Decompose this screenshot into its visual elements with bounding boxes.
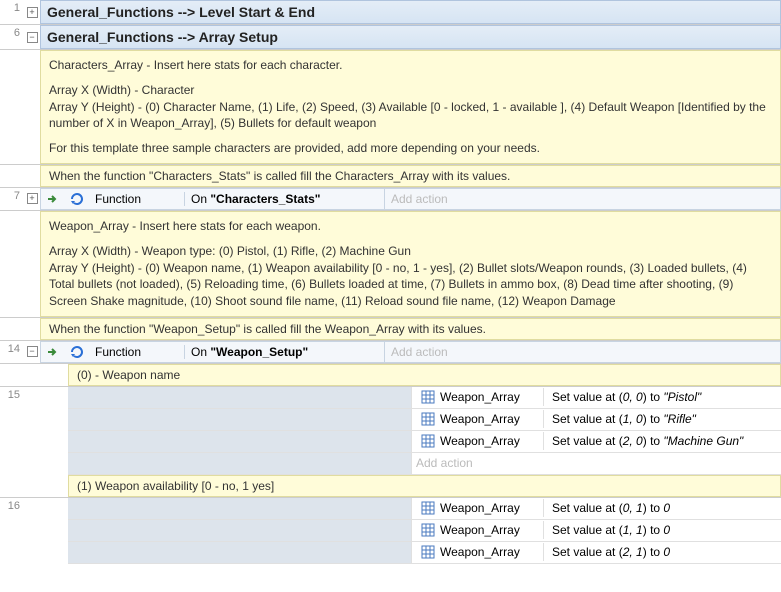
comment-text: For this template three sample character… xyxy=(49,140,772,157)
event-row[interactable]: Function On "Weapon_Setup" Add action xyxy=(40,341,781,363)
array-icon xyxy=(419,521,437,539)
action-object: Weapon_Array xyxy=(440,434,520,448)
action-row[interactable]: Weapon_Array Set value at (1, 0) to "Rif… xyxy=(68,409,781,431)
group-header[interactable]: General_Functions --> Array Setup xyxy=(40,25,781,49)
action-row[interactable]: Weapon_Array Set value at (1, 1) to 0 xyxy=(68,520,781,542)
line-number: 15 xyxy=(0,387,24,475)
comment-block[interactable]: (1) Weapon availability [0 - no, 1 yes] xyxy=(68,475,781,497)
comment-text: Array X (Width) - Weapon type: (0) Pisto… xyxy=(49,244,411,258)
condition-text: On "Characters_Stats" xyxy=(185,192,326,206)
line-number: 1 xyxy=(0,0,24,24)
comment-text: Array Y (Height) - (0) Weapon name, (1) … xyxy=(49,261,747,309)
line-number: 7 xyxy=(0,188,24,210)
add-action-link[interactable]: Add action xyxy=(391,192,448,206)
comment-block[interactable]: When the function "Characters_Stats" is … xyxy=(40,165,781,187)
action-text: Set value at (0, 0) to "Pistol" xyxy=(544,390,709,404)
line-number: 6 xyxy=(0,25,24,49)
collapse-toggle[interactable]: − xyxy=(27,346,38,357)
object-label: Function xyxy=(89,345,185,359)
group-header[interactable]: General_Functions --> Level Start & End xyxy=(40,0,781,24)
action-text: Set value at (2, 1) to 0 xyxy=(544,545,678,559)
action-row[interactable]: Add action xyxy=(68,453,781,475)
action-object: Weapon_Array xyxy=(440,501,520,515)
comment-text: Array X (Width) - Character xyxy=(49,83,194,97)
function-icon xyxy=(68,343,86,361)
event-row[interactable]: Function On "Characters_Stats" Add actio… xyxy=(40,188,781,210)
comment-block[interactable]: Characters_Array - Insert here stats for… xyxy=(40,50,781,164)
array-icon xyxy=(419,499,437,517)
action-object: Weapon_Array xyxy=(440,523,520,537)
action-row[interactable]: Weapon_Array Set value at (2, 0) to "Mac… xyxy=(68,431,781,453)
action-object: Weapon_Array xyxy=(440,390,520,404)
line-number: 14 xyxy=(0,341,24,363)
array-icon xyxy=(419,388,437,406)
action-object: Weapon_Array xyxy=(440,545,520,559)
comment-text: Array Y (Height) - (0) Character Name, (… xyxy=(49,100,766,131)
action-text: Set value at (2, 0) to "Machine Gun" xyxy=(544,434,751,448)
action-text: Set value at (0, 1) to 0 xyxy=(544,501,678,515)
expand-toggle[interactable]: + xyxy=(27,7,38,18)
comment-text: Characters_Array - Insert here stats for… xyxy=(49,57,772,74)
add-action-link[interactable]: Add action xyxy=(416,456,473,470)
action-row[interactable]: Weapon_Array Set value at (0, 1) to 0 xyxy=(68,498,781,520)
comment-text: Weapon_Array - Insert here stats for eac… xyxy=(49,218,772,235)
function-icon xyxy=(68,190,86,208)
action-object: Weapon_Array xyxy=(440,412,520,426)
comment-block[interactable]: When the function "Weapon_Setup" is call… xyxy=(40,318,781,340)
array-icon xyxy=(419,543,437,561)
line-number: 16 xyxy=(0,498,24,564)
condition-text: On "Weapon_Setup" xyxy=(185,345,314,359)
collapse-toggle[interactable]: − xyxy=(27,32,38,43)
trigger-arrow-icon xyxy=(44,190,62,208)
comment-block[interactable]: (0) - Weapon name xyxy=(68,364,781,386)
action-row[interactable]: Weapon_Array Set value at (2, 1) to 0 xyxy=(68,542,781,564)
comment-block[interactable]: Weapon_Array - Insert here stats for eac… xyxy=(40,211,781,317)
array-icon xyxy=(419,410,437,428)
action-row[interactable]: Weapon_Array Set value at (0, 0) to "Pis… xyxy=(68,387,781,409)
action-text: Set value at (1, 1) to 0 xyxy=(544,523,678,537)
object-label: Function xyxy=(89,192,185,206)
expand-toggle[interactable]: + xyxy=(27,193,38,204)
add-action-link[interactable]: Add action xyxy=(391,345,448,359)
trigger-arrow-icon xyxy=(44,343,62,361)
action-text: Set value at (1, 0) to "Rifle" xyxy=(544,412,704,426)
array-icon xyxy=(419,432,437,450)
